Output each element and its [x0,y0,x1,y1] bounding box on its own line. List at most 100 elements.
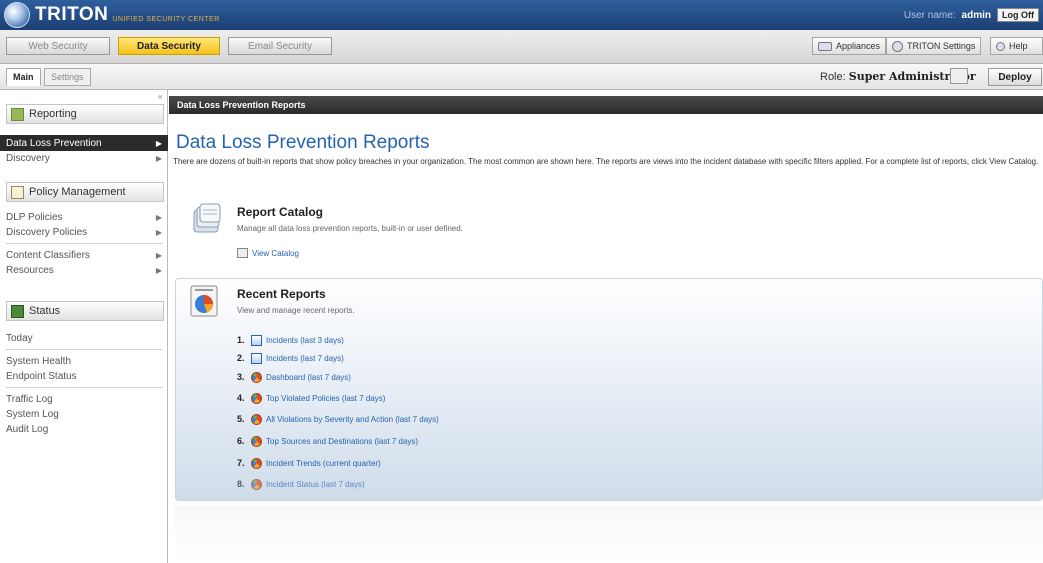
report-link[interactable]: Top Sources and Destinations (last 7 day… [266,437,418,446]
catalog-book-icon [237,248,248,258]
nav-section-reporting[interactable]: Reporting [6,104,164,124]
tab-web-security[interactable]: Web Security [6,37,110,55]
top-banner: TRITON UNIFIED SECURITY CENTER User name… [0,0,1043,30]
user-name-label: User name: [903,9,956,21]
recent-report-item[interactable]: 6. Top Sources and Destinations (last 7 … [237,434,418,448]
recent-reports-description: View and manage recent reports. [237,306,355,315]
nav-item-label: System Log [6,408,59,420]
nav-item-label: Content Classifiers [6,249,90,261]
deploy-button[interactable]: Deploy [988,68,1042,86]
tab-email-security[interactable]: Email Security [228,37,332,55]
pie-chart-icon [251,392,262,404]
nav-item-resources[interactable]: Resources ▶ [0,263,168,277]
report-number: 6. [237,436,245,446]
chevron-right-icon: ▶ [155,212,162,222]
nav-section-policy-management[interactable]: Policy Management [6,182,164,202]
nav-item-discovery[interactable]: Discovery ▶ [0,151,168,165]
recent-report-item[interactable]: 1. Incidents (last 3 days) [237,333,344,347]
settings-icon [892,40,903,52]
reporting-icon [11,107,24,121]
nav-item-label: Traffic Log [6,393,53,405]
app-window: TRITON UNIFIED SECURITY CENTER User name… [0,0,1043,563]
report-number: 8. [237,479,245,489]
sub-bar: Main Settings Role: Super Administrator … [0,64,1043,90]
faded-reflection [175,505,1043,563]
content-title-bar: Data Loss Prevention Reports [169,96,1043,114]
logo: TRITON UNIFIED SECURITY CENTER [4,2,220,28]
tab-data-security[interactable]: Data Security [118,37,220,55]
report-link[interactable]: All Violations by Severity and Action (l… [266,415,439,424]
role-label: Role: [820,71,846,83]
nav-section-status[interactable]: Status [6,301,164,321]
chevron-right-icon: ▶ [155,153,162,163]
recent-report-item[interactable]: 4. Top Violated Policies (last 7 days) [237,391,385,405]
report-number: 2. [237,353,245,363]
report-link[interactable]: Incidents (last 7 days) [266,354,344,363]
report-link[interactable]: Top Violated Policies (last 7 days) [266,394,385,403]
report-link[interactable]: Incidents (last 3 days) [266,336,344,345]
nav-item-endpoint-status[interactable]: Endpoint Status [0,369,168,383]
recent-reports-icon [190,285,218,317]
nav-item-system-health[interactable]: System Health [0,354,168,368]
report-link[interactable]: Incident Status (last 7 days) [266,480,365,489]
pie-chart-icon [251,371,262,383]
recent-report-item[interactable]: 5. All Violations by Severity and Action… [237,412,439,426]
status-icon [11,304,24,318]
collapse-nav-icon[interactable]: « [158,92,162,101]
nav-section-label: Reporting [29,108,77,120]
nav-item-label: Discovery Policies [6,226,88,238]
switch-role-icon[interactable] [950,68,968,84]
report-number: 1. [237,335,245,345]
nav-item-content-classifiers[interactable]: Content Classifiers ▶ [0,248,168,262]
appliance-icon [818,41,832,51]
appliances-label: Appliances [836,41,881,51]
help-button[interactable]: Help [990,37,1043,55]
intro-text: There are dozens of built-in reports tha… [173,157,1039,166]
left-navigation: « Reporting Data Loss Prevention ▶ Disco… [0,90,168,563]
triton-settings-button[interactable]: TRITON Settings [886,37,982,55]
pie-chart-icon [251,413,262,425]
nav-divider [6,349,162,350]
recent-report-item[interactable]: 3. Dashboard (last 7 days) [237,370,351,384]
recent-report-item[interactable]: 8. Incident Status (last 7 days) [237,477,365,491]
nav-item-audit-log[interactable]: Audit Log [0,422,168,436]
log-off-button[interactable]: Log Off [997,8,1039,22]
brand-name: TRITON [35,4,109,25]
tab-settings[interactable]: Settings [44,68,91,86]
module-bar: Web Security Data Security Email Securit… [0,30,1043,64]
report-link[interactable]: Dashboard (last 7 days) [266,373,351,382]
report-catalog-title: Report Catalog [237,205,324,219]
nav-item-label: DLP Policies [6,211,63,223]
nav-item-discovery-policies[interactable]: Discovery Policies ▶ [0,225,168,239]
page-title: Data Loss Prevention Reports [176,132,430,153]
nav-section-label: Policy Management [29,186,126,198]
pie-chart-icon [251,435,262,447]
nav-item-label: Resources [6,264,54,276]
view-catalog-link[interactable]: View Catalog [237,248,299,258]
nav-section-label: Status [29,305,61,317]
chevron-right-icon: ▶ [155,227,162,237]
nav-item-label: Today [6,332,33,344]
recent-report-item[interactable]: 2. Incidents (last 7 days) [237,351,344,365]
nav-item-label: Discovery [6,152,50,164]
report-catalog-description: Manage all data loss prevention reports,… [237,224,463,233]
appliances-button[interactable]: Appliances [812,37,887,55]
tab-main[interactable]: Main [6,68,41,86]
report-number: 5. [237,414,245,424]
report-link[interactable]: Incident Trends (current quarter) [266,459,381,468]
triton-settings-label: TRITON Settings [907,41,976,51]
recent-report-item[interactable]: 7. Incident Trends (current quarter) [237,456,381,470]
brand-subtitle: UNIFIED SECURITY CENTER [112,15,220,23]
help-icon [996,41,1005,51]
chevron-right-icon: ▶ [155,138,162,148]
report-number: 4. [237,393,245,403]
nav-item-dlp-policies[interactable]: DLP Policies ▶ [0,210,168,224]
globe-logo-icon [4,2,30,28]
nav-item-system-log[interactable]: System Log [0,407,168,421]
nav-divider [6,387,162,388]
nav-item-label: Data Loss Prevention [6,137,102,149]
nav-item-data-loss-prevention[interactable]: Data Loss Prevention ▶ [0,135,168,151]
nav-item-traffic-log[interactable]: Traffic Log [0,392,168,406]
pie-chart-icon [251,457,262,469]
nav-item-today[interactable]: Today [0,331,168,345]
